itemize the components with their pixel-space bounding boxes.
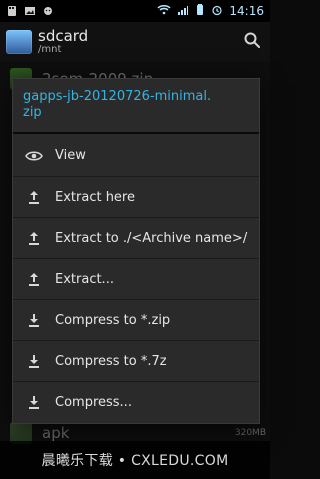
action-bar-path: /mnt <box>38 44 62 55</box>
menu-item-label: Extract to ./<Archive name>/ <box>55 230 248 246</box>
wifi-icon <box>157 4 171 19</box>
status-right: 14:16 <box>157 3 264 19</box>
image-icon <box>24 2 36 21</box>
upload-icon <box>23 270 45 288</box>
dialog-menu: View Extract here Extract to ./<Archive … <box>13 135 259 422</box>
search-button[interactable] <box>240 30 264 54</box>
menu-item-view[interactable]: View <box>13 135 259 176</box>
watermark: 晨曦乐下载 • CXLEDU.COM <box>0 441 270 479</box>
file-size: 320MB <box>234 428 266 438</box>
menu-item-extract-here[interactable]: Extract here <box>13 176 259 217</box>
search-icon <box>243 31 261 53</box>
menu-item-compress[interactable]: Compress... <box>13 381 259 422</box>
signal-icon <box>177 4 189 19</box>
menu-item-extract-to-archive-name[interactable]: Extract to ./<Archive name>/ <box>13 217 259 258</box>
eye-icon <box>23 147 45 165</box>
download-icon <box>23 393 45 411</box>
menu-item-compress-zip[interactable]: Compress to *.zip <box>13 299 259 340</box>
sd-card-icon <box>6 2 18 21</box>
status-bar: 14:16 <box>0 0 270 22</box>
file-name: apk <box>42 424 70 442</box>
action-bar: sdcard /mnt <box>0 22 270 62</box>
menu-item-label: Compress to *.7z <box>55 353 167 369</box>
upload-icon <box>23 229 45 247</box>
battery-icon <box>195 3 205 19</box>
dialog-divider <box>13 132 259 134</box>
watermark-text: 晨曦乐下载 • CXLEDU.COM <box>41 453 229 469</box>
download-icon <box>23 352 45 370</box>
menu-item-label: Compress to *.zip <box>55 312 171 328</box>
menu-item-label: Compress... <box>55 394 132 410</box>
menu-item-compress-7z[interactable]: Compress to *.7z <box>13 340 259 381</box>
app-icon[interactable] <box>6 30 32 54</box>
action-bar-title-wrap: sdcard /mnt <box>38 28 88 56</box>
archive-actions-dialog: gapps-jb-20120726-minimal. zip View Extr… <box>12 78 260 424</box>
menu-item-label: Extract... <box>55 271 114 287</box>
download-icon <box>23 311 45 329</box>
alarm-icon <box>211 4 223 19</box>
menu-item-label: View <box>55 148 86 163</box>
menu-item-extract[interactable]: Extract... <box>13 258 259 299</box>
time: 14:16 <box>229 4 264 18</box>
upload-icon <box>23 188 45 206</box>
status-left-icons <box>6 2 54 21</box>
action-bar-title: sdcard <box>38 27 89 45</box>
android-icon <box>42 2 54 21</box>
menu-item-label: Extract here <box>55 189 135 205</box>
dialog-title: gapps-jb-20120726-minimal. zip <box>23 89 212 120</box>
